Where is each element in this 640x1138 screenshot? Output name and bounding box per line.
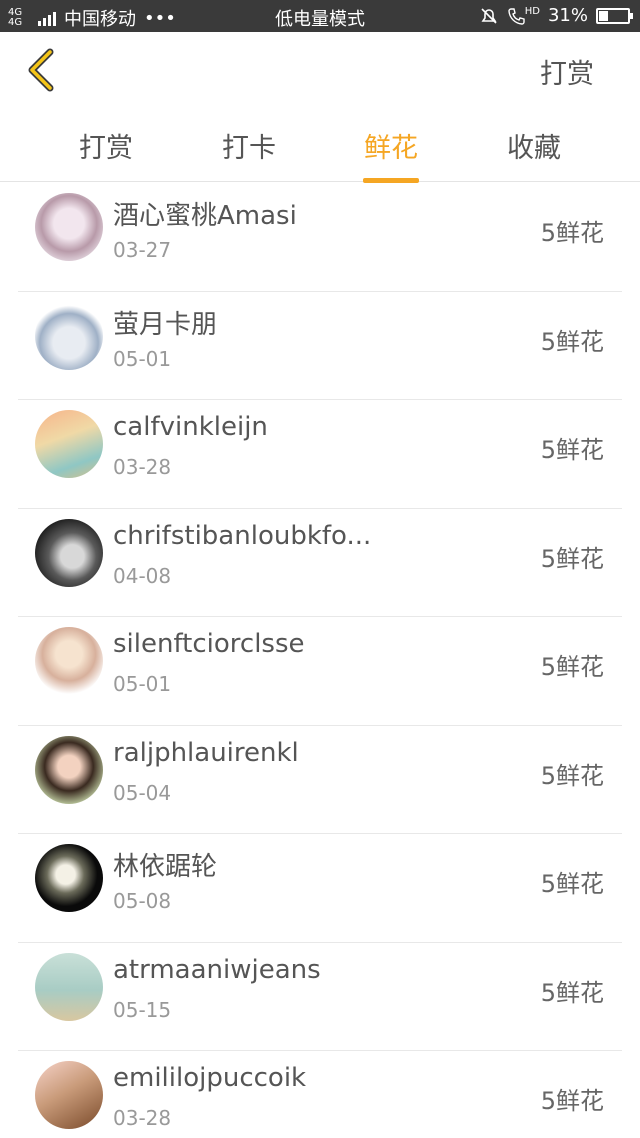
avatar[interactable] (35, 844, 103, 912)
flower-amount: 5鲜花 (540, 436, 604, 464)
tab-flowers[interactable]: 鲜花 (331, 126, 451, 183)
flower-amount: 5鲜花 (540, 653, 604, 681)
item-date: 05-01 (113, 346, 172, 371)
flower-amount: 5鲜花 (540, 219, 604, 247)
list-item[interactable]: 酒心蜜桃Amasi 03-27 5鲜花 (18, 183, 622, 292)
avatar[interactable] (35, 627, 103, 695)
user-name: chrifstibanloubkfo... (113, 520, 372, 551)
user-name: 萤月卡朋 (113, 309, 218, 340)
chevron-left-icon (28, 48, 54, 92)
avatar[interactable] (35, 1061, 103, 1129)
battery-level (599, 10, 608, 21)
user-name: silenftciorclsse (113, 629, 305, 659)
item-date: 04-08 (113, 563, 172, 588)
battery-icon (596, 7, 633, 24)
list-item[interactable]: chrifstibanloubkfo... 04-08 5鲜花 (18, 509, 622, 617)
user-name: 林依踞轮 (113, 852, 218, 882)
battery-percent: 31% (547, 5, 588, 26)
hd-call-icon (508, 7, 525, 25)
flower-amount: 5鲜花 (540, 544, 604, 573)
item-date: 03-27 (113, 238, 172, 262)
tab-favorites[interactable]: 收藏 (474, 126, 594, 165)
avatar[interactable] (35, 952, 103, 1021)
list-item[interactable]: silenftciorclsse 05-01 5鲜花 (18, 617, 622, 726)
tab-checkin[interactable]: 打卡 (189, 126, 309, 165)
list-item[interactable]: 林依踞轮 05-08 5鲜花 (18, 834, 622, 943)
item-date: 03-28 (113, 1106, 172, 1130)
avatar[interactable] (35, 735, 103, 804)
tab-label: 打卡 (222, 133, 276, 164)
flower-amount: 5鲜花 (540, 761, 604, 790)
item-date: 05-15 (113, 997, 172, 1022)
user-name: 酒心蜜桃Amasi (113, 201, 297, 231)
back-button[interactable] (20, 46, 64, 94)
flower-list: 酒心蜜桃Amasi 03-27 5鲜花 萤月卡朋 05-01 5鲜花 calfv… (0, 183, 640, 1138)
flower-amount: 5鲜花 (540, 870, 604, 898)
avatar[interactable] (35, 193, 103, 261)
item-date: 05-04 (113, 780, 172, 805)
user-name: raljphlauirenkl (113, 737, 299, 768)
list-item[interactable]: raljphlauirenkl 05-04 5鲜花 (18, 726, 622, 834)
mute-bell-icon (481, 7, 497, 24)
reward-action-button[interactable]: 打赏 (540, 52, 594, 91)
tab-label: 收藏 (507, 133, 561, 164)
flower-amount: 5鲜花 (540, 978, 604, 1007)
item-date: 05-08 (113, 889, 172, 913)
status-bar: 4G 4G 中国移动 ••• 低电量模式 HD 31% (0, 0, 640, 32)
list-item[interactable]: atrmaaniwjeans 05-15 5鲜花 (18, 943, 622, 1051)
user-name: emililojpuccoik (113, 1063, 307, 1093)
user-name: atrmaaniwjeans (113, 954, 321, 985)
tab-reward[interactable]: 打赏 (46, 126, 166, 165)
tab-bar: 打赏 打卡 鲜花 收藏 (0, 120, 640, 183)
status-right: HD 31% (479, 5, 633, 26)
list-item[interactable]: calfvinkleijn 03-28 5鲜花 (18, 400, 622, 509)
tab-label: 打赏 (79, 133, 133, 164)
header: 打赏 (0, 32, 640, 110)
user-name: calfvinkleijn (113, 412, 268, 442)
flower-amount: 5鲜花 (540, 327, 604, 356)
item-date: 03-28 (113, 455, 172, 479)
hd-label: HD (524, 6, 540, 17)
tab-label: 鲜花 (364, 133, 418, 164)
item-date: 05-01 (113, 672, 172, 696)
avatar[interactable] (35, 410, 103, 478)
list-item[interactable]: emililojpuccoik 03-28 5鲜花 (18, 1051, 622, 1138)
avatar[interactable] (35, 518, 103, 587)
avatar[interactable] (35, 301, 103, 370)
flower-amount: 5鲜花 (540, 1087, 604, 1115)
list-item[interactable]: 萤月卡朋 05-01 5鲜花 (18, 292, 622, 400)
